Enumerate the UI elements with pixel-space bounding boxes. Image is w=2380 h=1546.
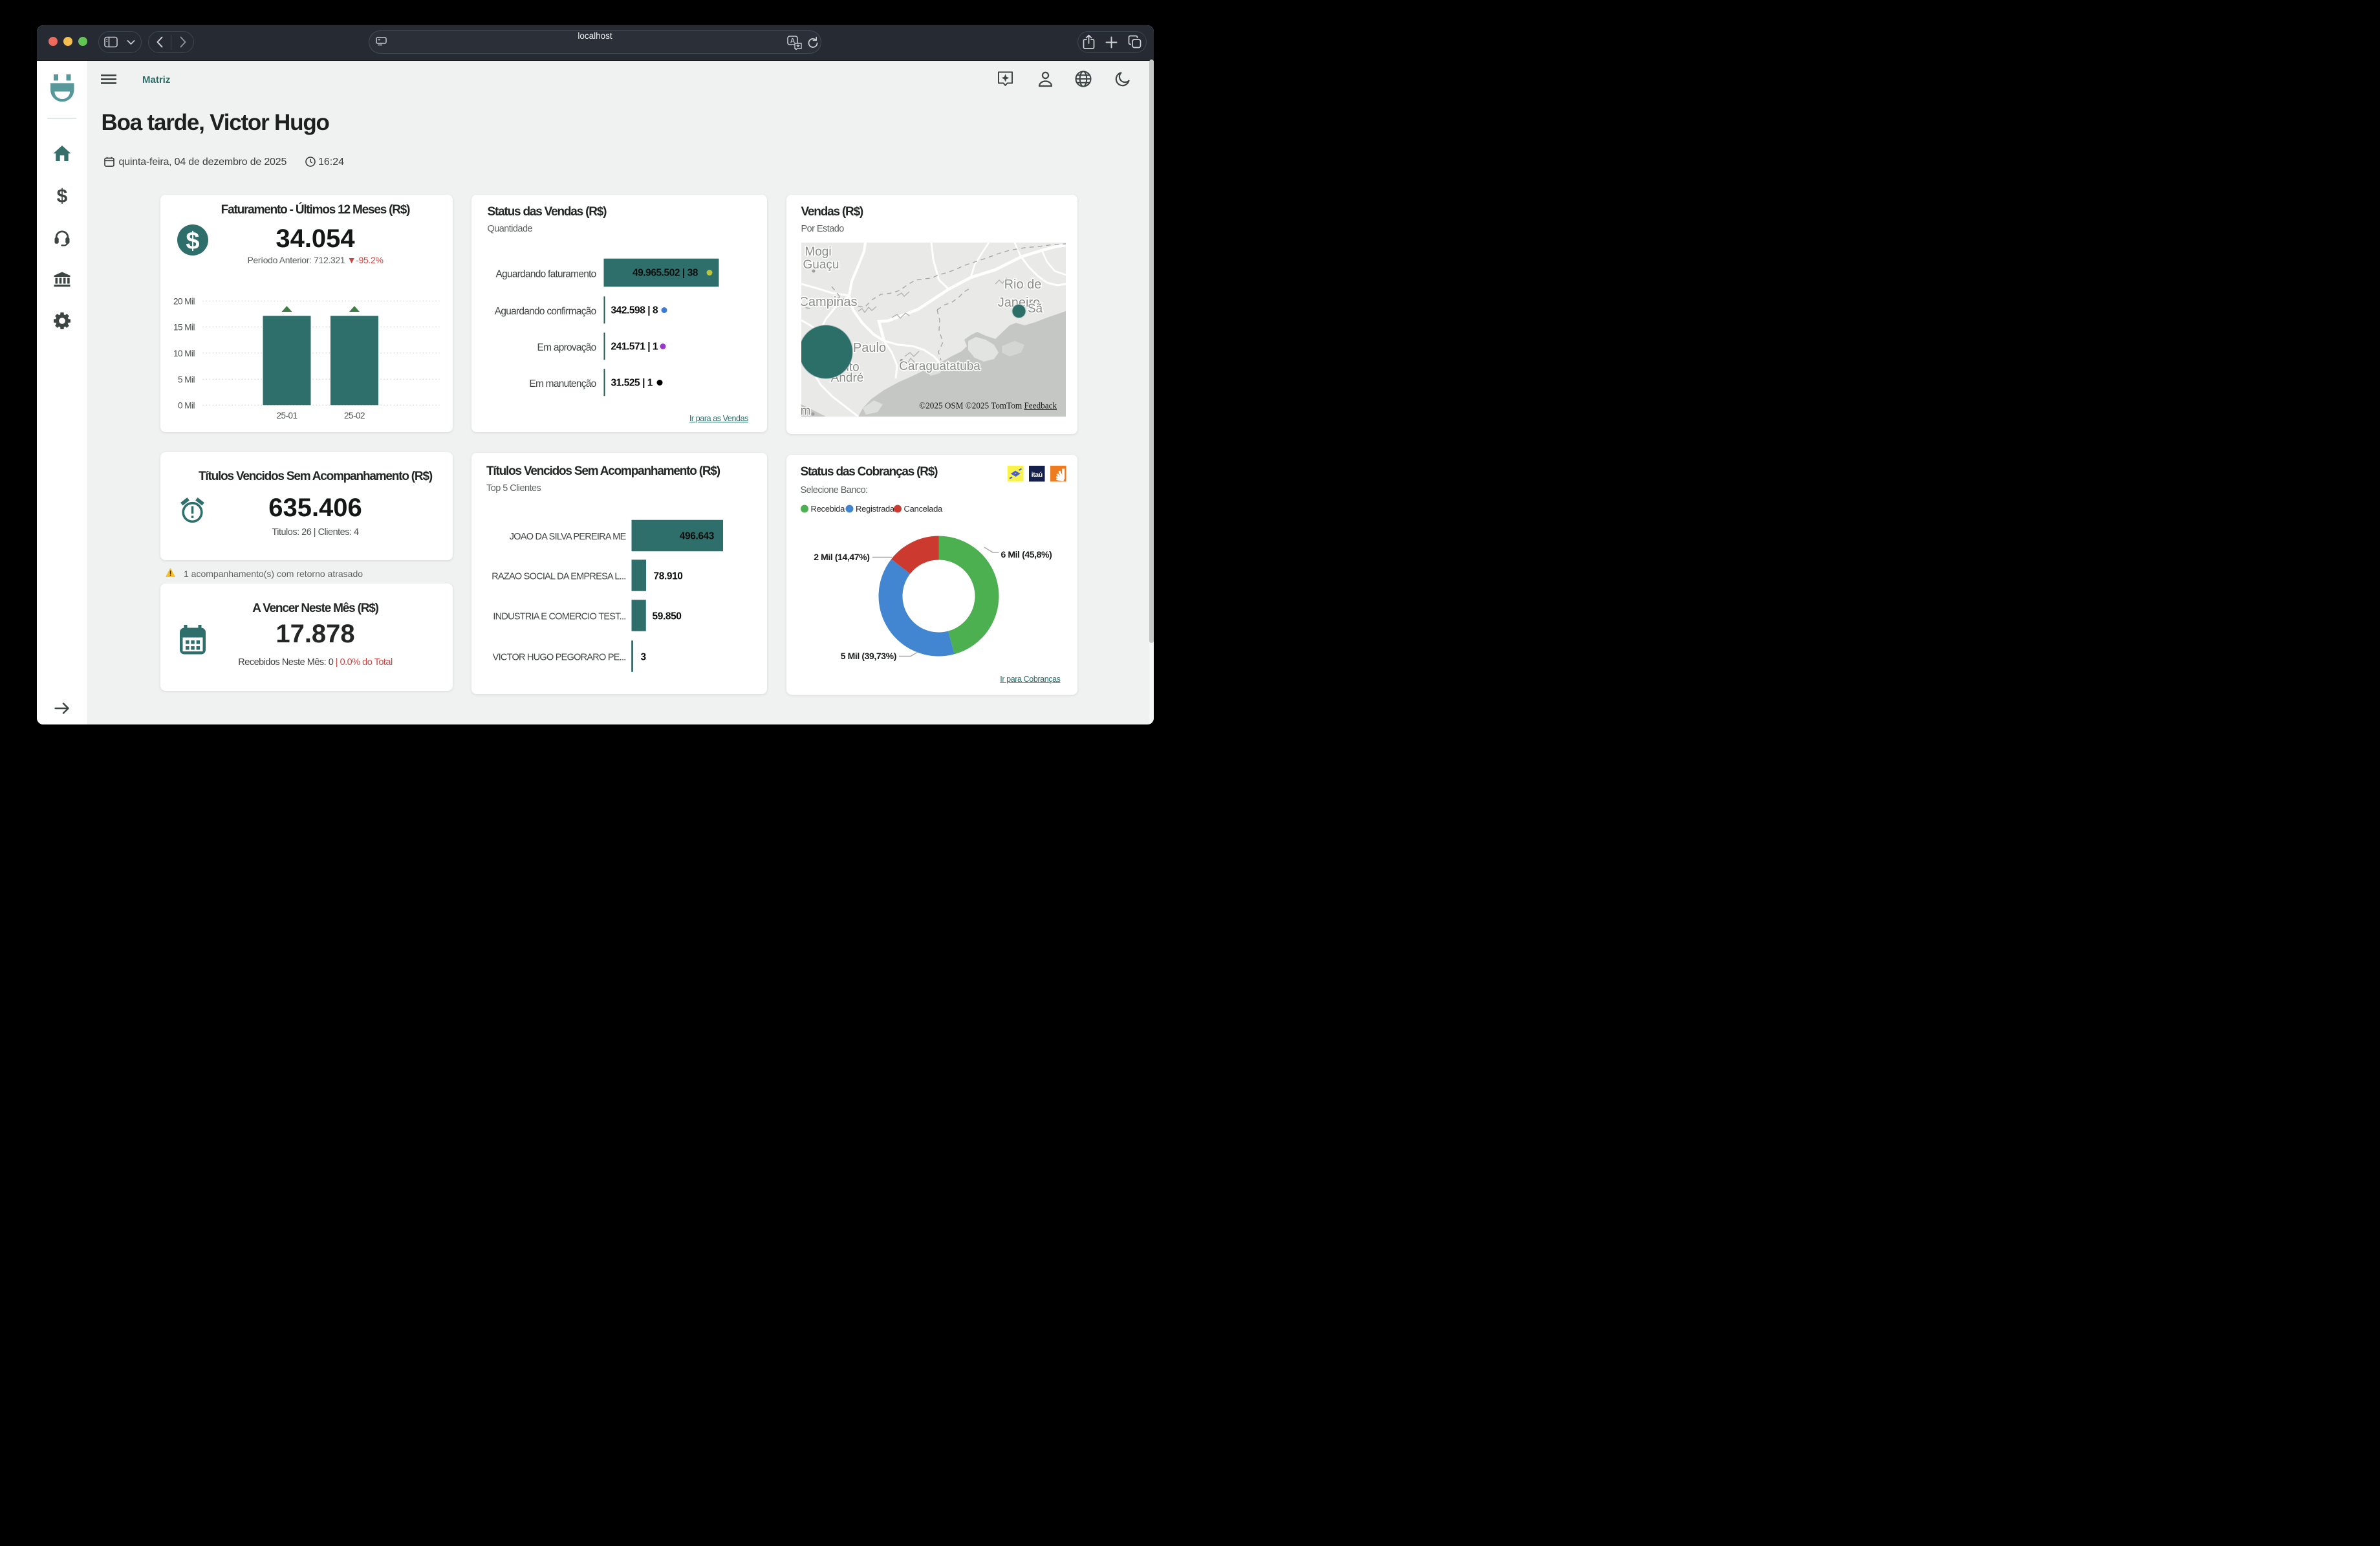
svg-text:★: ★ <box>795 43 800 49</box>
svg-text:Aguardando faturamento: Aguardando faturamento <box>495 268 596 279</box>
svg-text:59.850: 59.850 <box>652 611 681 622</box>
svg-text:RAZAO SOCIAL DA EMPRESA L...: RAZAO SOCIAL DA EMPRESA L... <box>492 571 625 582</box>
svg-text:10 Mil: 10 Mil <box>173 349 195 358</box>
svg-text:A: A <box>790 38 794 45</box>
svg-text:Mogi: Mogi <box>805 245 831 259</box>
svg-text:6 Mil (45,8%): 6 Mil (45,8%) <box>1001 549 1052 560</box>
svg-text:496.643: 496.643 <box>679 530 714 541</box>
svg-text:31.525 | 1: 31.525 | 1 <box>611 377 653 388</box>
svg-text:2 Mil (14,47%): 2 Mil (14,47%) <box>814 552 869 562</box>
svg-text:Aguardando confirmação: Aguardando confirmação <box>494 306 596 317</box>
svg-text:20 Mil: 20 Mil <box>173 296 195 306</box>
svg-text:5 Mil: 5 Mil <box>177 375 195 384</box>
svg-text:Caraguatatuba: Caraguatatuba <box>899 360 980 373</box>
svg-text:Guaçu: Guaçu <box>803 258 839 272</box>
svg-text:INDUSTRIA E COMERCIO TEST...: INDUSTRIA E COMERCIO TEST... <box>493 611 625 622</box>
svg-text:JOAO DA SILVA PEREIRA ME: JOAO DA SILVA PEREIRA ME <box>509 532 626 542</box>
svg-text:Em aprovação: Em aprovação <box>537 342 596 353</box>
svg-text:25-02: 25-02 <box>343 411 364 420</box>
svg-text:5 Mil (39,73%): 5 Mil (39,73%) <box>840 651 896 661</box>
svg-text:241.571 | 1: 241.571 | 1 <box>611 341 658 352</box>
svg-text:VICTOR HUGO PEGORARO PE...: VICTOR HUGO PEGORARO PE... <box>492 652 625 662</box>
svg-text:Em manutenção: Em manutenção <box>529 378 596 389</box>
svg-text:3: 3 <box>640 651 646 662</box>
svg-text:m: m <box>801 404 810 417</box>
svg-text:15 Mil: 15 Mil <box>173 322 195 332</box>
svg-text:0 Mil: 0 Mil <box>177 400 195 410</box>
svg-text:342.598 | 8: 342.598 | 8 <box>611 305 658 316</box>
svg-text:78.910: 78.910 <box>653 571 682 582</box>
svg-text:©2025 OSM ©2025 TomTom Feedb: ©2025 OSM ©2025 TomTom Feedback <box>919 401 1057 411</box>
svg-text:Sã: Sã <box>1027 302 1043 316</box>
svg-text:49.965.502 | 38: 49.965.502 | 38 <box>632 267 698 278</box>
svg-text:Paulo: Paulo <box>852 341 885 355</box>
svg-text:Rio de: Rio de <box>1004 278 1041 292</box>
svg-text:Campinas: Campinas <box>801 295 858 309</box>
svg-text:25-01: 25-01 <box>276 411 297 420</box>
